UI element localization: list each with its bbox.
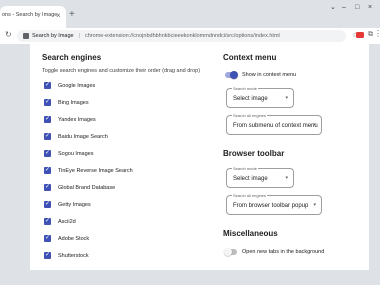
engine-label: Shutterstock [58, 252, 89, 259]
minimize-icon[interactable]: – [342, 3, 346, 13]
select-caption: Search all engines [232, 193, 267, 198]
engine-item[interactable]: ✓ Getty Images [44, 199, 214, 211]
checkbox[interactable]: ✓ [44, 201, 51, 208]
dropdown-arrow-icon: ▾ [313, 122, 316, 128]
menu-icon[interactable]: ⋮ [374, 29, 380, 39]
engine-item[interactable]: ✓ Yandex Images [44, 114, 214, 126]
checkbox[interactable]: ✓ [44, 99, 51, 106]
engine-label: Google Images [58, 82, 96, 89]
url-text[interactable]: chrome-extension://cnojnbdhbhnkbcieeekon… [85, 33, 280, 39]
open-in-background-label: Open new tabs in the background [242, 249, 325, 255]
checkbox[interactable]: ✓ [44, 218, 51, 225]
omnibox-separator: | [79, 32, 81, 39]
checkbox[interactable]: ✓ [44, 133, 51, 140]
engine-item[interactable]: ✓ Sogou Images [44, 148, 214, 160]
address-bar[interactable]: Search by Image | chrome-extension://cno… [17, 30, 358, 42]
toolbar-search-mode-select[interactable]: Search mode Select image ▾ [226, 166, 294, 188]
close-window-icon[interactable]: × [368, 3, 372, 13]
options-page: Search engines Toggle search engines and… [30, 44, 369, 270]
engine-label: Yandex Images [58, 116, 96, 123]
engine-item[interactable]: ✓ Global Brand Database [44, 182, 214, 194]
select-caption: Search mode [232, 166, 258, 171]
engine-label: Bing Images [58, 99, 89, 106]
select-value: Select image [233, 95, 268, 102]
search-engines-title: Search engines [42, 53, 102, 62]
engine-label: Getty Images [58, 201, 91, 208]
engine-label: Baidu Image Search [58, 133, 108, 140]
engine-item[interactable]: ✓ TinEye Reverse Image Search [44, 165, 214, 177]
tab-strip: ons - Search by Image × + ⌄ – □ × [0, 0, 380, 28]
dropdown-arrow-icon: ▾ [313, 202, 316, 208]
toggle-knob [224, 247, 232, 256]
engine-label: TinEye Reverse Image Search [58, 167, 133, 174]
checkbox[interactable]: ✓ [44, 235, 51, 242]
engine-label: Ascii2d [58, 218, 76, 225]
select-value: From submenu of context menu [233, 122, 318, 129]
toolbar-search-all-engines-select[interactable]: Search all engines From browser toolbar … [226, 193, 322, 215]
checkbox[interactable]: ✓ [44, 116, 51, 123]
context-search-mode-select[interactable]: Search mode Select image ▾ [226, 86, 294, 108]
open-in-background-toggle[interactable] [224, 247, 237, 256]
reload-icon[interactable]: ↻ [5, 30, 12, 40]
search-engines-description: Toggle search engines and customize thei… [42, 68, 201, 74]
checkbox[interactable]: ✓ [44, 252, 51, 259]
tab-options[interactable]: ons - Search by Image × [0, 6, 66, 28]
show-in-context-menu-label: Show in context menu [242, 72, 297, 78]
search-by-image-extension-icon[interactable] [356, 32, 364, 38]
engine-item[interactable]: ✓ Google Images [44, 80, 214, 92]
checkbox[interactable]: ✓ [44, 150, 51, 157]
tab-title: ons - Search by Image [2, 12, 58, 18]
select-caption: Search mode [232, 86, 258, 91]
select-value: Select image [233, 175, 268, 182]
extensions-puzzle-icon[interactable]: ⧉ [368, 30, 373, 40]
new-tab-icon[interactable]: + [69, 9, 75, 21]
select-value: From browser toolbar popup [233, 202, 309, 209]
engine-item[interactable]: ✓ Shutterstock [44, 250, 214, 262]
context-menu-title: Context menu [223, 53, 277, 62]
site-name: Search by Image [32, 32, 74, 39]
tab-close-icon[interactable]: × [56, 10, 61, 22]
engine-item[interactable]: ✓ Adobe Stock [44, 233, 214, 245]
checkbox[interactable]: ✓ [44, 184, 51, 191]
toggle-knob [230, 70, 238, 79]
dropdown-arrow-icon: ▾ [285, 95, 288, 101]
dropdown-arrow-icon: ▾ [285, 175, 288, 181]
engine-item[interactable]: ✓ Baidu Image Search [44, 131, 214, 143]
extension-icon [23, 33, 29, 39]
browser-toolbar: ↻ Search by Image | chrome-extension://c… [0, 28, 380, 44]
show-in-context-menu-toggle[interactable] [225, 70, 238, 79]
context-search-all-engines-select[interactable]: Search all engines From submenu of conte… [226, 113, 322, 135]
browser-toolbar-title: Browser toolbar [223, 149, 285, 158]
checkbox[interactable]: ✓ [44, 167, 51, 174]
engine-label: Global Brand Database [58, 184, 116, 191]
engine-label: Sogou Images [58, 150, 94, 157]
engine-item[interactable]: ✓ Ascii2d [44, 216, 214, 228]
checkbox[interactable]: ✓ [44, 82, 51, 89]
tab-search-icon[interactable]: ⌄ [330, 3, 336, 13]
select-caption: Search all engines [232, 113, 267, 118]
engine-label: Adobe Stock [58, 235, 90, 242]
maximize-icon[interactable]: □ [355, 3, 359, 13]
miscellaneous-title: Miscellaneous [223, 229, 278, 238]
engine-item[interactable]: ✓ Bing Images [44, 97, 214, 109]
